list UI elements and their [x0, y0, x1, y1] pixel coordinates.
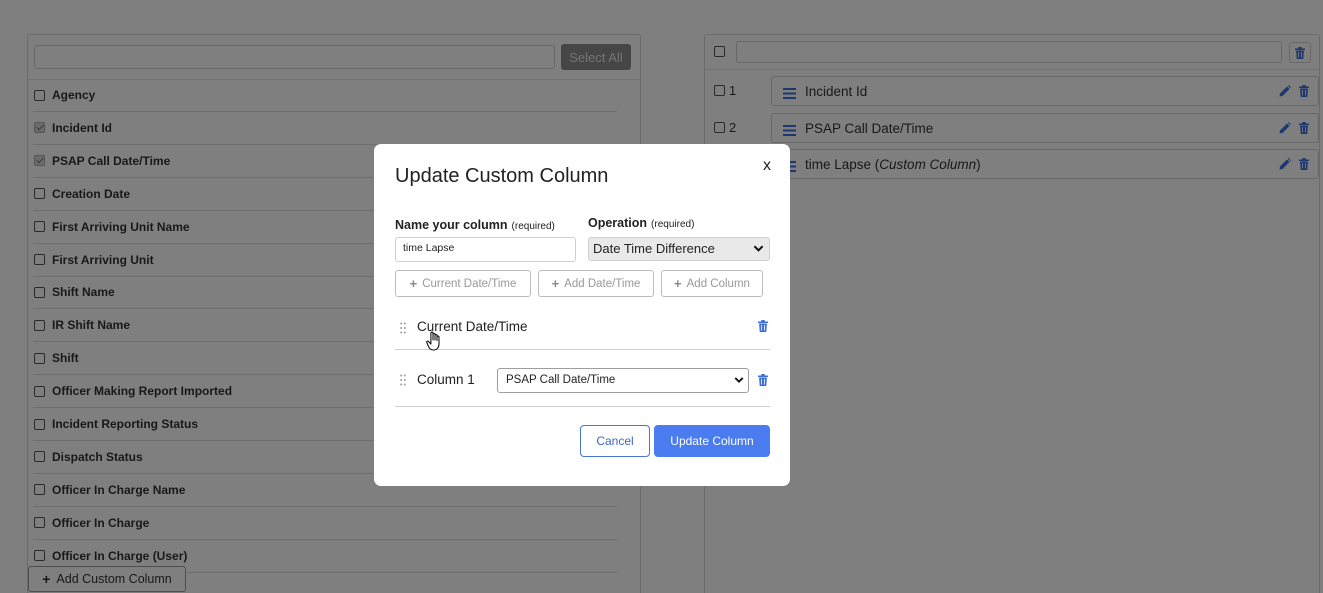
add-current-datetime-button[interactable]: + Current Date/Time — [395, 270, 531, 297]
chevron-down-icon — [734, 377, 744, 383]
operand-row-column-1: Column 1 PSAP Call Date/Time — [395, 364, 770, 407]
column-select-value: PSAP Call Date/Time — [506, 374, 616, 386]
column-select[interactable]: PSAP Call Date/Time — [497, 368, 749, 393]
required-note: (required) — [511, 221, 555, 232]
column-name-input[interactable]: time Lapse — [395, 237, 576, 262]
chip-label: Current Date/Time — [422, 277, 517, 290]
drag-handle-icon[interactable] — [400, 322, 406, 334]
plus-icon: + — [674, 276, 682, 291]
operation-label-text: Operation — [588, 216, 648, 230]
add-datetime-button[interactable]: + Add Date/Time — [538, 270, 654, 297]
close-button[interactable]: x — [763, 157, 771, 175]
update-custom-column-dialog: Update Custom Column x Name your column(… — [374, 144, 790, 486]
plus-icon: + — [551, 276, 560, 291]
chevron-down-icon — [753, 245, 764, 252]
required-note: (required) — [651, 219, 695, 230]
operand-label: Column 1 — [417, 372, 475, 387]
operation-label: Operation (required) — [588, 216, 694, 230]
add-column-button[interactable]: + Add Column — [661, 270, 763, 297]
chip-label: Add Date/Time — [564, 277, 641, 290]
hand-cursor-icon — [426, 331, 440, 351]
operand-row-current-datetime: Current Date/Time — [395, 316, 770, 350]
plus-icon: + — [409, 276, 418, 291]
column-name-label: Name your column (required) — [395, 218, 555, 232]
update-column-button[interactable]: Update Column — [654, 425, 770, 457]
dialog-title: Update Custom Column — [395, 165, 609, 187]
cancel-button[interactable]: Cancel — [580, 425, 650, 457]
drag-handle-icon[interactable] — [400, 374, 406, 386]
operation-select[interactable]: Date Time Difference — [588, 237, 770, 261]
trash-icon[interactable] — [758, 374, 768, 386]
operation-select-value: Date Time Difference — [593, 241, 715, 256]
chip-label: Add Column — [686, 277, 750, 290]
column-name-label-text: Name your column — [395, 218, 508, 232]
trash-icon[interactable] — [758, 320, 768, 332]
